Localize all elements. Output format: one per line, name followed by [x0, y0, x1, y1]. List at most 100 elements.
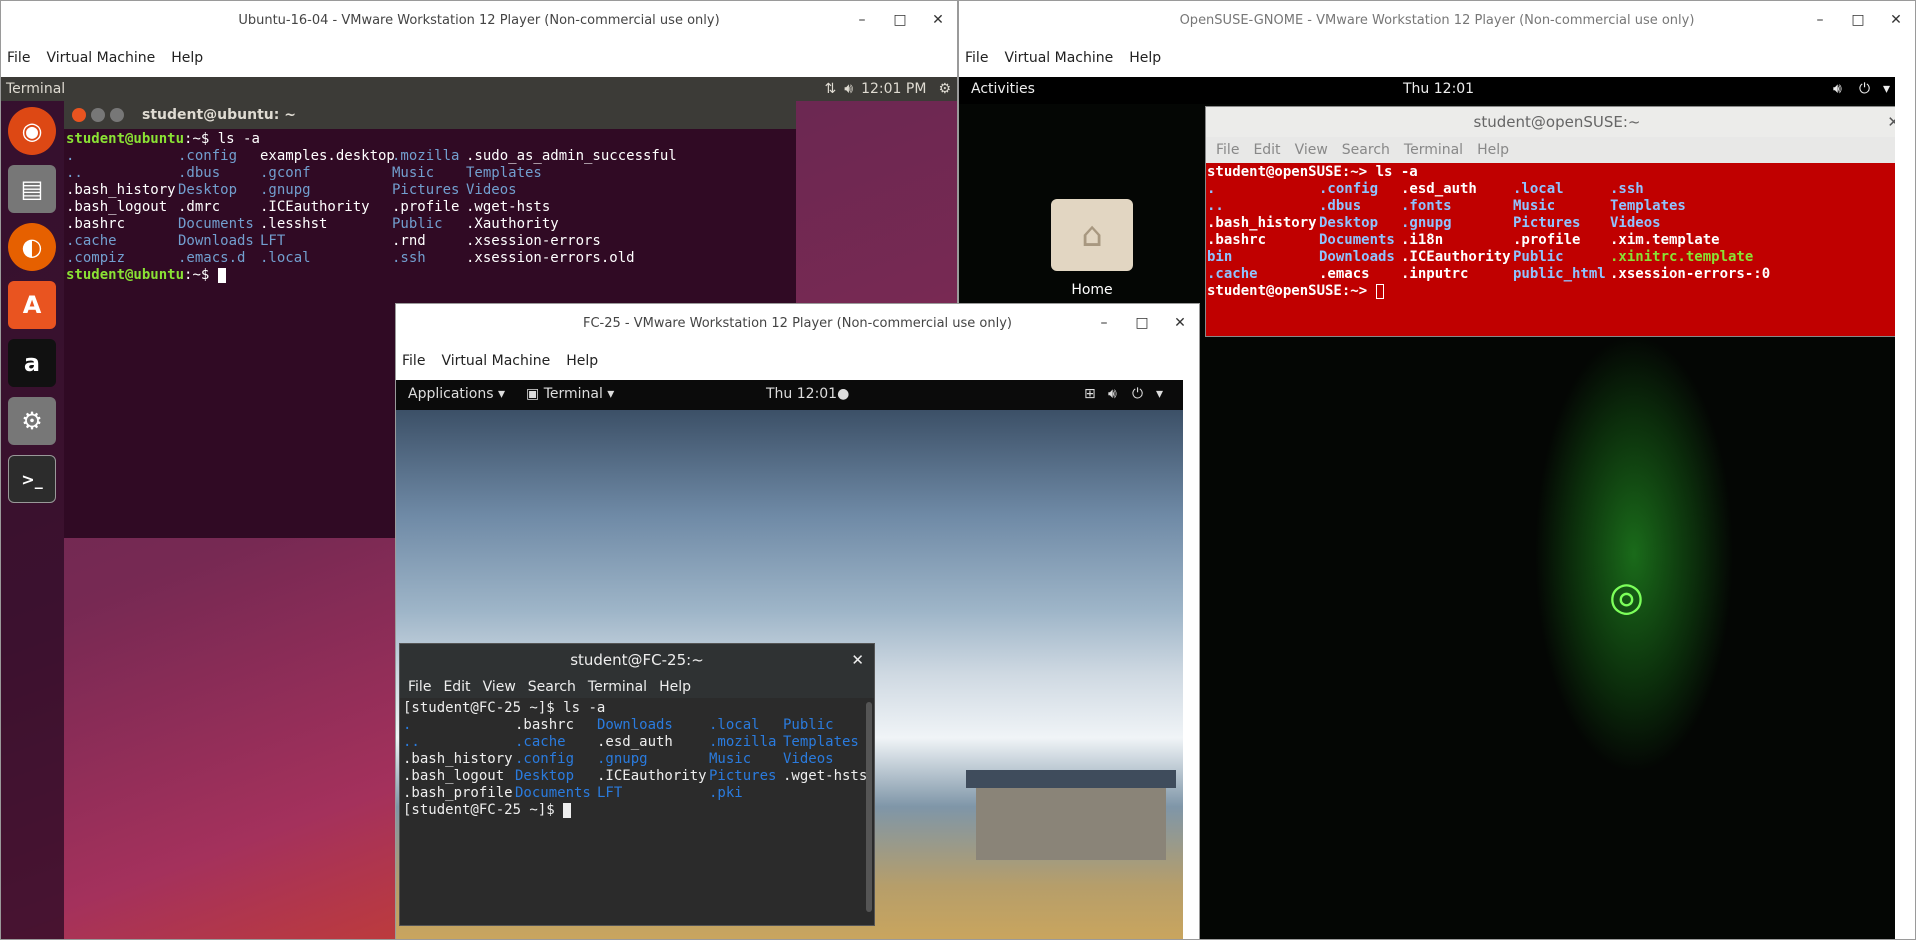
maximize-icon[interactable]: □	[881, 12, 919, 28]
power-icon[interactable]: ⏻	[1859, 81, 1870, 97]
close-icon[interactable]: ✕	[919, 12, 957, 28]
maximize-icon[interactable]	[110, 108, 124, 122]
term-menu-file[interactable]: File	[408, 679, 431, 695]
ubuntu-terminal-output[interactable]: student@ubuntu:~$ ls -a . .config examples…	[64, 129, 796, 286]
ls-entry: .dbus	[1319, 198, 1362, 214]
maximize-icon[interactable]: □	[1123, 315, 1161, 331]
volume-icon[interactable]: 🔊︎	[844, 81, 853, 97]
menu-file[interactable]: File	[7, 50, 30, 66]
ls-entry: .cache	[66, 233, 117, 249]
firefox-icon[interactable]: ◐	[8, 223, 56, 271]
ls-entry: .cache	[1207, 266, 1258, 282]
term-menu-view[interactable]: View	[1295, 142, 1328, 158]
minimize-icon[interactable]	[91, 108, 105, 122]
files-icon[interactable]: ▤	[8, 165, 56, 213]
amazon-icon[interactable]: a	[8, 339, 56, 387]
ls-entry: Videos	[783, 751, 834, 767]
network-icon[interactable]: ⊞	[1084, 386, 1096, 402]
volume-icon[interactable]: 🔊︎	[1108, 386, 1117, 402]
term-menu-help[interactable]: Help	[659, 679, 691, 695]
fedora-terminal-window[interactable]: student@FC-25:~ ✕ File Edit View Search …	[399, 643, 875, 926]
menu-help[interactable]: Help	[1129, 50, 1161, 66]
scrollbar[interactable]	[866, 702, 872, 912]
clock[interactable]: Thu 12:01●	[766, 386, 849, 402]
network-icon[interactable]: ⇅	[825, 81, 837, 97]
ls-entry: Downloads	[178, 233, 254, 249]
ls-row: .. .cache .esd_auth .mozilla Templates	[403, 734, 871, 751]
minimize-icon[interactable]: –	[843, 12, 881, 28]
ls-row: .. .dbus .gconf Music Templates	[66, 165, 794, 182]
ls-entry: .ICEauthority	[260, 199, 370, 215]
software-center-icon[interactable]: A	[8, 281, 56, 329]
ls-entry: .rnd	[392, 233, 426, 249]
ls-entry: .bashrc	[66, 216, 126, 232]
applications-menu[interactable]: Applications ▾	[408, 386, 505, 402]
ls-entry: Documents	[178, 216, 254, 232]
term-menu-file[interactable]: File	[1216, 142, 1239, 158]
term-menu-terminal[interactable]: Terminal	[588, 679, 647, 695]
fedora-vm-window[interactable]: FC-25 - VMware Workstation 12 Player (No…	[395, 303, 1200, 940]
cursor	[217, 267, 226, 283]
minimize-icon[interactable]: –	[1801, 12, 1839, 28]
opensuse-vm-title: OpenSUSE-GNOME - VMware Workstation 12 P…	[959, 1, 1915, 39]
term-menu-edit[interactable]: Edit	[443, 679, 470, 695]
ls-entry: .cache	[515, 734, 566, 750]
command-text: ls -a	[1375, 164, 1418, 180]
close-icon[interactable]: ✕	[1887, 113, 1895, 131]
ls-entry: ..	[403, 734, 420, 750]
minimize-icon[interactable]: –	[1085, 315, 1123, 331]
clock[interactable]: Thu 12:01	[1403, 81, 1474, 97]
settings-icon[interactable]: ⚙	[8, 397, 56, 445]
term-menu-view[interactable]: View	[483, 679, 516, 695]
opensuse-terminal-window[interactable]: student@openSUSE:~ ✕ File Edit View Sear…	[1205, 106, 1895, 337]
ls-entry: Templates	[783, 734, 859, 750]
ubuntu-clock[interactable]: 12:01 PM	[861, 81, 926, 97]
gear-icon[interactable]: ⚙	[938, 81, 951, 97]
close-icon[interactable]: ✕	[1877, 12, 1915, 28]
ls-row: . .bashrc Downloads .local Public	[403, 717, 871, 734]
menu-virtual-machine[interactable]: Virtual Machine	[46, 50, 155, 66]
ls-entry: .	[66, 148, 75, 164]
menu-virtual-machine[interactable]: Virtual Machine	[441, 353, 550, 369]
close-icon[interactable]: ✕	[851, 651, 864, 669]
power-icon[interactable]: ⏻	[1132, 386, 1143, 402]
maximize-icon[interactable]: □	[1839, 12, 1877, 28]
home-folder-icon[interactable]: ⌂	[1051, 199, 1133, 271]
menu-help[interactable]: Help	[171, 50, 203, 66]
menu-file[interactable]: File	[402, 353, 425, 369]
close-icon[interactable]	[72, 108, 86, 122]
ls-entry: .fonts	[1401, 198, 1452, 214]
menu-virtual-machine[interactable]: Virtual Machine	[1004, 50, 1113, 66]
ls-entry: .local	[1513, 181, 1564, 197]
ls-entry: .compiz	[66, 250, 126, 266]
volume-icon[interactable]: 🔊︎	[1833, 81, 1842, 97]
term-menu-terminal[interactable]: Terminal	[1404, 142, 1463, 158]
opensuse-terminal-output[interactable]: student@openSUSE:~> ls -a . .config .esd_a…	[1206, 163, 1895, 301]
menu-help[interactable]: Help	[566, 353, 598, 369]
ls-entry: .emacs.d	[178, 250, 246, 266]
home-label[interactable]: Home	[1051, 282, 1133, 298]
ubuntu-logo-icon[interactable]: ◉	[8, 107, 56, 155]
close-icon[interactable]: ✕	[1161, 315, 1199, 331]
chevron-down-icon[interactable]: ▾	[1883, 81, 1890, 97]
term-menu-search[interactable]: Search	[528, 679, 576, 695]
activities-button[interactable]: Activities	[971, 81, 1035, 97]
term-menu-edit[interactable]: Edit	[1253, 142, 1280, 158]
chevron-down-icon[interactable]: ▾	[1156, 386, 1163, 402]
term-menu-search[interactable]: Search	[1342, 142, 1390, 158]
menu-file[interactable]: File	[965, 50, 988, 66]
ls-entry: .bash_profile	[403, 785, 513, 801]
prompt-user: student@ubuntu	[66, 131, 185, 147]
ls-entry: Desktop	[515, 768, 575, 784]
terminal-icon[interactable]: >_	[8, 455, 56, 503]
ls-row: .bash_history Desktop .gnupg Pictures Videos	[66, 182, 794, 199]
ubuntu-ls-output: . .config examples.desktop.mozilla .sudo_as…	[66, 148, 794, 267]
term-menu-help[interactable]: Help	[1477, 142, 1509, 158]
ls-entry: Downloads	[1319, 249, 1395, 265]
ls-entry: .mozilla	[709, 734, 777, 750]
cursor	[563, 802, 572, 818]
terminal-app-menu[interactable]: ▣ Terminal ▾	[526, 386, 614, 402]
fedora-guest-screen[interactable]: Applications ▾ ▣ Terminal ▾ Thu 12:01● ⊞…	[396, 380, 1183, 939]
ls-entry: .xsession-errors	[466, 233, 601, 249]
fedora-terminal-output[interactable]: [student@FC-25 ~]$ ls -a . .bashrc Downloa…	[400, 698, 874, 821]
